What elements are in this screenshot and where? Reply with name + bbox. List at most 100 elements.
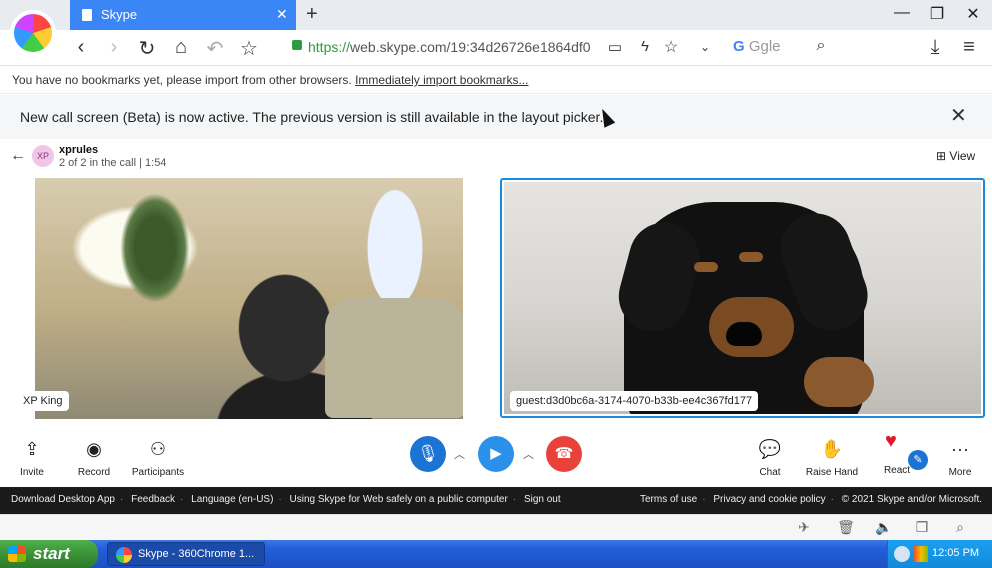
download-icon[interactable]: ⤓: [924, 36, 946, 59]
record-label: Record: [77, 467, 111, 478]
tab-close-icon[interactable]: ✕: [276, 6, 288, 23]
microphone-button[interactable]: 🎙: [410, 436, 446, 472]
camera-icon: ▶: [490, 445, 502, 462]
forward-icon[interactable]: ›: [103, 36, 125, 59]
browser-logo-icon[interactable]: [10, 10, 56, 56]
end-call-button[interactable]: ☎: [546, 436, 582, 472]
reload-icon[interactable]: ↻: [136, 36, 158, 61]
tab-skype[interactable]: Skype ✕: [70, 0, 296, 30]
home-icon[interactable]: ⌂: [170, 36, 192, 59]
menu-icon[interactable]: ≡: [958, 36, 980, 59]
bookmarks-message: You have no bookmarks yet, please import…: [12, 73, 352, 87]
avatar: XP: [32, 145, 54, 167]
navigation-bar: ‹ › ↻ ⌂ ↶ ☆ https://web.skype.com/19:34d…: [0, 30, 992, 89]
back-arrow-icon[interactable]: ←: [10, 147, 26, 165]
zoom-icon[interactable]: ⌕: [950, 519, 970, 536]
camera-options-chevron-icon[interactable]: ︿: [523, 446, 534, 462]
tray-app-icon[interactable]: [914, 546, 928, 562]
back-icon[interactable]: ‹: [70, 36, 92, 59]
participant-label-right: guest:d3d0bc6a-3174-4070-b33b-ee4c367fd1…: [510, 391, 759, 411]
record-icon: ◉: [86, 439, 102, 459]
participant-label-left: XP King: [17, 391, 69, 411]
speaker-icon[interactable]: 🔈: [874, 519, 894, 536]
privacy-link[interactable]: Privacy and cookie policy: [713, 494, 825, 505]
participants-icon: ⚇: [149, 439, 167, 459]
chat-button[interactable]: 💬 Chat: [740, 437, 800, 478]
bookmarks-bar: You have no bookmarks yet, please import…: [0, 66, 992, 94]
more-button[interactable]: ··· More: [930, 437, 990, 478]
camera-button[interactable]: ▶: [478, 436, 514, 472]
record-button[interactable]: ◉ Record: [64, 437, 124, 478]
close-window-button[interactable]: ✕: [961, 4, 985, 24]
video-feed-xp-king[interactable]: [35, 178, 463, 419]
edit-reaction-icon[interactable]: ✎: [908, 450, 928, 470]
new-tab-button[interactable]: +: [306, 3, 318, 26]
dog-brow-image: [694, 262, 718, 272]
dropdown-chevron-icon[interactable]: ⌄: [694, 40, 716, 54]
windows-flag-icon: [8, 546, 26, 562]
start-button[interactable]: start: [0, 540, 98, 568]
sign-out-link[interactable]: Sign out: [524, 494, 561, 505]
couch-image: [325, 298, 463, 418]
share-icon: ⇪: [24, 439, 40, 459]
participants-button[interactable]: ⚇ Participants: [128, 437, 188, 478]
participants-label: Participants: [131, 467, 185, 478]
footer-left: Download Desktop App · Feedback · Language…: [11, 494, 561, 505]
search-engine-name: Ggle: [748, 38, 781, 55]
video-feed-guest[interactable]: [504, 182, 981, 414]
raise-hand-label: Raise Hand: [805, 467, 859, 478]
language-link[interactable]: Language (en-US): [191, 494, 273, 505]
microphone-icon: 🎙: [417, 444, 439, 463]
invite-label: Invite: [20, 467, 44, 478]
more-label: More: [948, 467, 972, 478]
rocket-icon[interactable]: ✈: [794, 519, 814, 536]
video-icon[interactable]: ▭: [604, 38, 626, 56]
notice-text: New call screen (Beta) is now active. Th…: [20, 109, 604, 125]
maximize-button[interactable]: ❐: [925, 4, 949, 24]
favorite-star-icon[interactable]: ☆: [660, 37, 682, 57]
taskbar-item-skype[interactable]: Skype - 360Chrome 1...: [107, 542, 265, 566]
url-path: web.skype.com/19:34d26726e1864df0: [350, 39, 591, 55]
address-bar[interactable]: https://web.skype.com/19:34d26726e1864df…: [308, 39, 598, 55]
footer-right: Terms of use · Privacy and cookie policy ·…: [640, 494, 982, 505]
clock: 12:05 PM: [932, 547, 980, 559]
window-icon[interactable]: ❐: [912, 519, 932, 536]
plant-image: [120, 193, 190, 303]
lightning-icon[interactable]: ϟ: [634, 38, 656, 55]
minimize-button[interactable]: —: [890, 4, 914, 22]
bookmark-star-icon[interactable]: ☆: [238, 36, 260, 61]
windows-taskbar: start Skype - 360Chrome 1... 12:05 PM: [0, 540, 992, 568]
close-notice-icon[interactable]: ✕: [950, 103, 967, 128]
heart-icon[interactable]: ♥: [885, 430, 897, 453]
dog-nose-image: [726, 322, 762, 346]
tab-title: Skype: [101, 7, 138, 22]
search-icon[interactable]: ⌕: [810, 37, 832, 55]
document-icon: [82, 9, 92, 21]
raise-hand-button[interactable]: ✋ Raise Hand: [802, 437, 862, 478]
terms-link[interactable]: Terms of use: [640, 494, 697, 505]
invite-button[interactable]: ⇪ Invite: [2, 437, 62, 478]
hand-icon: ✋: [820, 439, 844, 459]
mic-options-chevron-icon[interactable]: ︿: [454, 446, 465, 462]
view-button[interactable]: ⊞ View: [936, 149, 975, 163]
footer-links: Download Desktop App · Feedback · Language…: [0, 487, 992, 514]
call-title: xprules: [59, 144, 99, 156]
url-scheme: https://: [308, 39, 351, 55]
more-dots-icon: ···: [951, 439, 969, 459]
tray-arrow-icon[interactable]: [894, 546, 910, 562]
safety-link[interactable]: Using Skype for Web safely on a public c…: [290, 494, 508, 505]
chat-icon: 💬: [758, 439, 782, 459]
dog-paw-image: [804, 357, 874, 407]
import-bookmarks-link[interactable]: Immediately import bookmarks...: [355, 73, 528, 87]
undo-icon[interactable]: ↶: [204, 36, 226, 61]
system-tray: 12:05 PM: [887, 540, 992, 568]
trash-icon[interactable]: 🗑: [836, 519, 856, 536]
dog-brow-image: [739, 252, 763, 262]
download-link[interactable]: Download Desktop App: [11, 494, 115, 505]
search-engine-box[interactable]: G Ggle: [733, 38, 781, 55]
browser-status-bar: ✈ 🗑 🔈 ❐ ⌕: [0, 514, 992, 540]
taskbar-item-label: Skype - 360Chrome 1...: [138, 548, 255, 560]
browser-taskbar-icon: [116, 547, 132, 563]
bookmarks-message-line: You have no bookmarks yet, please import…: [12, 73, 528, 87]
feedback-link[interactable]: Feedback: [131, 494, 175, 505]
